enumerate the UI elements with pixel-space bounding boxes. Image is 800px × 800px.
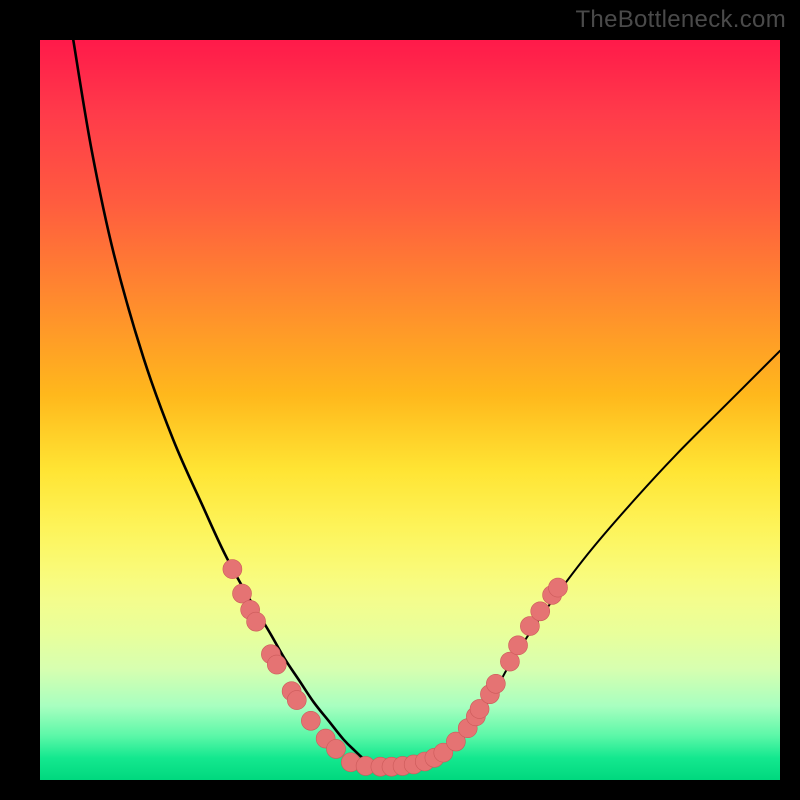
frame: TheBottleneck.com <box>0 0 800 800</box>
watermark-text: TheBottleneck.com <box>575 6 786 34</box>
plot-area <box>40 40 780 780</box>
